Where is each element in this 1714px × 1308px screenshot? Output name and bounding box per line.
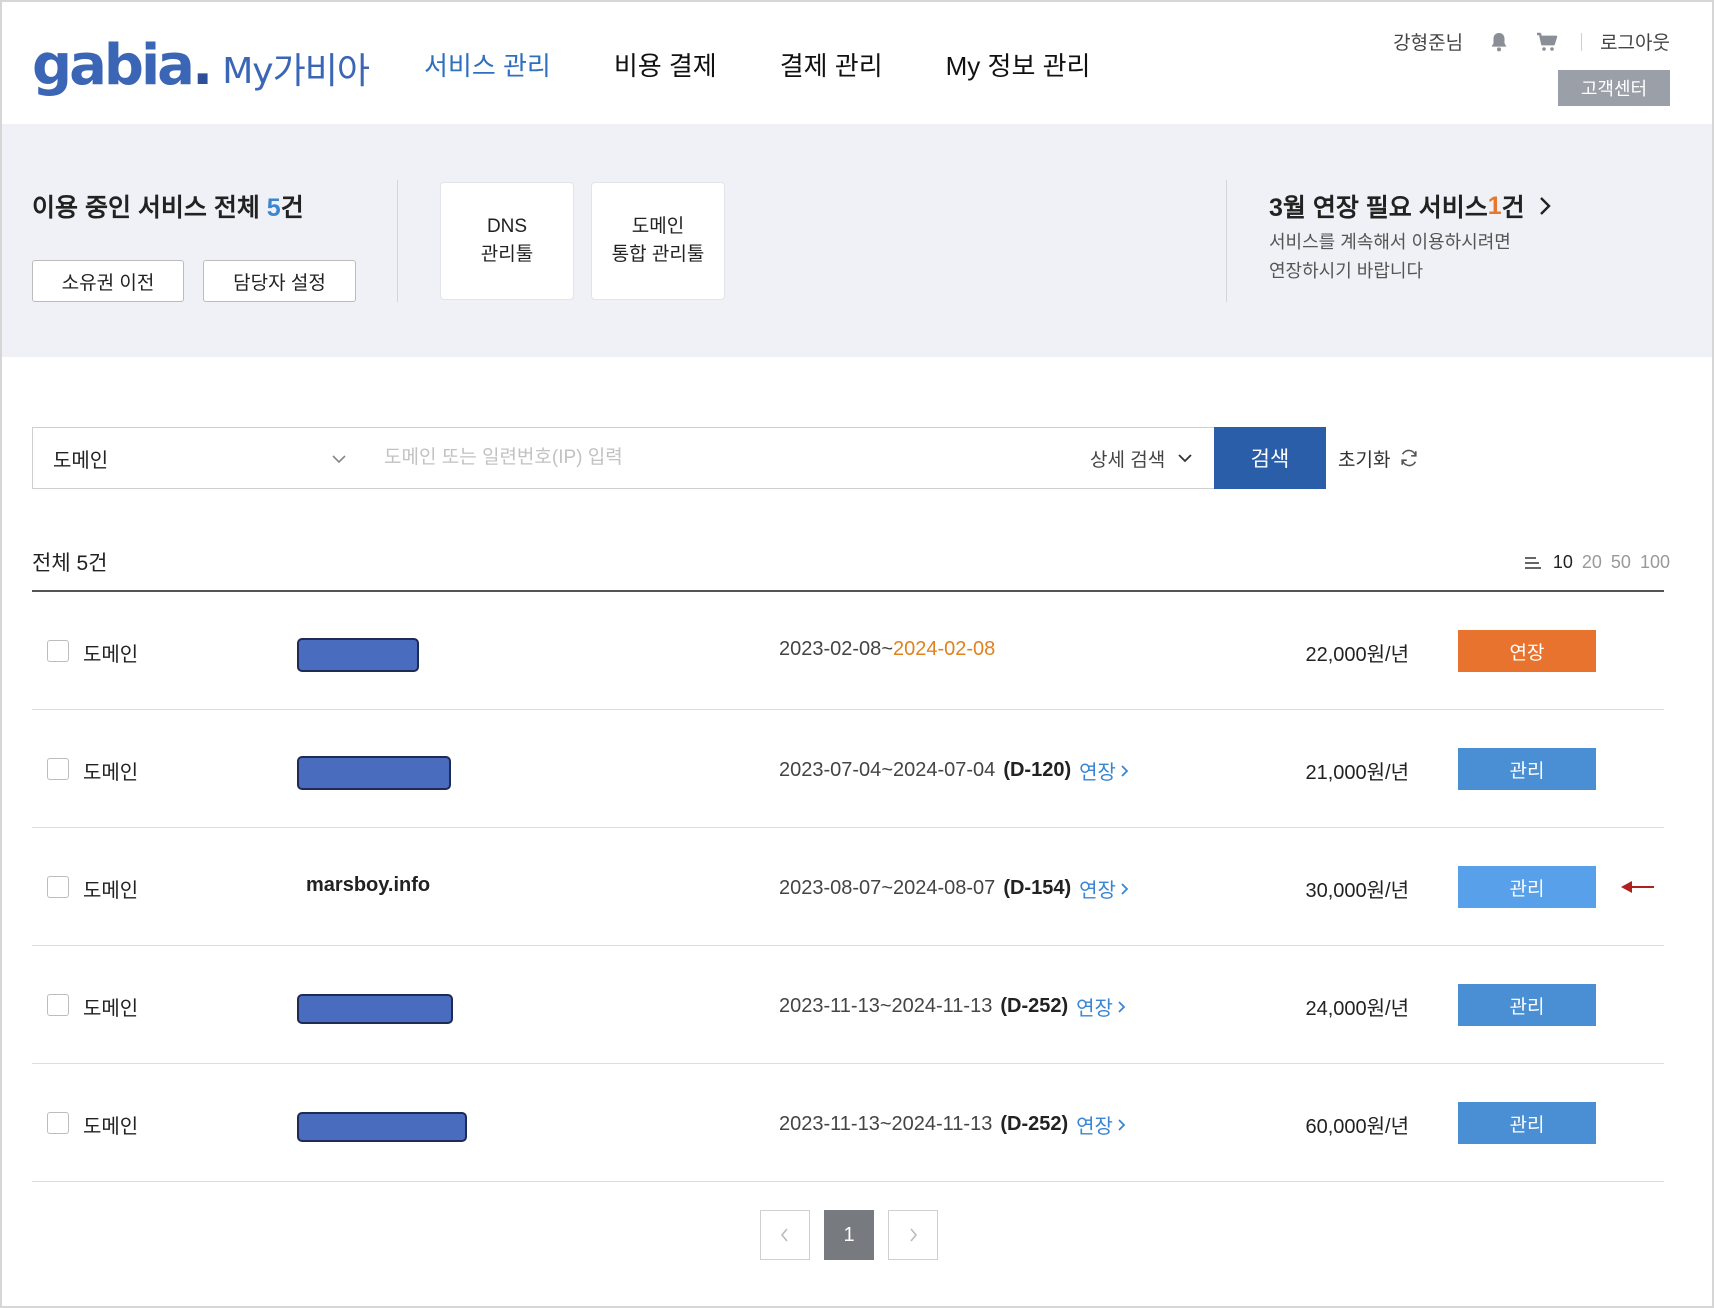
user-name[interactable]: 강형준님 [1393,28,1463,55]
chevron-right-icon [1118,1118,1126,1131]
chevron-right-icon [1539,197,1551,215]
service-type: 도메인 [83,644,139,666]
service-period: 2023-07-04 ~ 2024-07-04 (D-120) 연장 [779,756,1131,785]
chevron-right-icon [1121,882,1129,895]
service-count-title: 이용 중인 서비스 전체 5건 [32,194,304,222]
cart-icon[interactable] [1535,30,1559,54]
service-period: 2023-08-07 ~ 2024-08-07 (D-154) 연장 [779,874,1131,903]
chevron-down-icon [1178,454,1192,463]
renewal-description: 서비스를 계속해서 이용하시려면 연장하시기 바랍니다 [1269,232,1511,281]
row-checkbox[interactable] [47,640,69,662]
service-price: 60,000원/년 [1305,1116,1409,1138]
service-period: 2023-11-13 ~ 2024-11-13 (D-252) 연장 [779,1110,1128,1139]
table-row: 도메인 2023-02-08 ~ 2024-02-08 22,000원/년 연장 [32,592,1664,710]
nav-service-management[interactable]: 서비스 관리 [424,46,551,86]
manage-button[interactable]: 관리 [1458,748,1596,790]
summary-divider [397,180,398,302]
utility-bar: 강형준님 로그아웃 [1393,28,1670,55]
page-number[interactable]: 1 [824,1210,874,1260]
redacted-domain [297,638,419,672]
row-checkbox[interactable] [47,758,69,780]
renew-link[interactable]: 연장 [1076,1110,1128,1139]
advanced-search-toggle[interactable]: 상세 검색 [1090,427,1195,489]
domain-tool-card[interactable]: 도메인 통합 관리툴 [591,182,725,300]
domain-tool-line2: 통합 관리툴 [611,244,705,265]
nav-cost-payment[interactable]: 비용 결제 [614,46,717,86]
manage-button[interactable]: 관리 [1458,984,1596,1026]
service-summary: 이용 중인 서비스 전체 5건 소유권 이전 담당자 설정 DNS 관리툴 도메… [2,124,1712,357]
dns-tool-line1: DNS [486,216,528,237]
domain-name[interactable]: marsboy.info [306,874,430,897]
service-type: 도메인 [83,880,139,902]
list-icon [1524,556,1541,569]
refresh-icon [1401,449,1418,467]
table-row: 도메인 2023-07-04 ~ 2024-07-04 (D-120) 연장 2… [32,710,1664,828]
service-type: 도메인 [83,998,139,1020]
nav-my-info[interactable]: My 정보 관리 [946,46,1091,86]
row-checkbox[interactable] [47,994,69,1016]
logo-sub: My가비아 [222,51,370,92]
search-button[interactable]: 검색 [1214,427,1326,489]
page: gabia. My가비아 서비스 관리 비용 결제 결제 관리 My 정보 관리… [0,0,1714,1308]
table-row: 도메인 marsboy.info 2023-08-07 ~ 2024-08-07… [32,828,1664,946]
manager-setting-button[interactable]: 담당자 설정 [203,260,356,302]
renew-button[interactable]: 연장 [1458,630,1596,672]
service-price: 21,000원/년 [1305,762,1409,784]
redacted-domain [297,1112,467,1142]
prev-page-button[interactable] [760,1210,810,1260]
domain-tool-line1: 도메인 [631,216,685,237]
main-nav: 서비스 관리 비용 결제 결제 관리 My 정보 관리 [424,46,1153,86]
renew-link[interactable]: 연장 [1079,874,1131,903]
pagination: 1 [760,1210,952,1260]
next-page-button[interactable] [888,1210,938,1260]
header: gabia. My가비아 서비스 관리 비용 결제 결제 관리 My 정보 관리… [2,2,1712,124]
logo-mark: gabia. [32,33,213,98]
page-size-50[interactable]: 50 [1611,552,1631,573]
redacted-domain [297,756,451,790]
page-size-100[interactable]: 100 [1640,552,1670,573]
page-size-20[interactable]: 20 [1582,552,1602,573]
summary-divider [1226,180,1227,302]
redacted-domain [297,994,453,1024]
search-bar: 도메인 상세 검색 검색 초기화 [32,427,1418,489]
manage-button[interactable]: 관리 [1458,866,1596,908]
chevron-down-icon [332,455,346,464]
reset-button[interactable]: 초기화 [1338,427,1420,489]
chevron-right-icon [910,1228,918,1242]
service-type: 도메인 [83,1116,139,1138]
service-period: 2023-02-08 ~ 2024-02-08 [779,638,996,660]
service-period: 2023-11-13 ~ 2024-11-13 (D-252) 연장 [779,992,1128,1021]
ownership-transfer-button[interactable]: 소유권 이전 [32,260,184,302]
service-price: 22,000원/년 [1305,644,1409,666]
renewal-needed-title[interactable]: 3월 연장 필요 서비스 1건 [1269,188,1555,224]
customer-center-button[interactable]: 고객센터 [1558,70,1670,106]
renew-link[interactable]: 연장 [1079,756,1131,785]
service-price: 24,000원/년 [1305,998,1409,1020]
service-price: 30,000원/년 [1305,880,1409,902]
dns-tool-line2: 관리툴 [480,244,534,265]
chevron-right-icon [1118,1000,1126,1013]
service-type: 도메인 [83,762,139,784]
arrow-left-icon [1621,881,1654,893]
nav-payment-management[interactable]: 결제 관리 [780,46,883,86]
table-row: 도메인 2023-11-13 ~ 2024-11-13 (D-252) 연장 6… [32,1064,1664,1182]
total-count: 전체 5건 [32,552,108,575]
logout-link[interactable]: 로그아웃 [1600,28,1670,55]
logo[interactable]: gabia. My가비아 [32,33,370,98]
page-size-selector: 10 20 50 100 [1524,552,1670,573]
renew-link[interactable]: 연장 [1076,992,1128,1021]
chevron-left-icon [780,1228,788,1242]
util-divider [1581,32,1583,51]
row-checkbox[interactable] [47,1112,69,1134]
manage-button[interactable]: 관리 [1458,1102,1596,1144]
category-select[interactable]: 도메인 [32,427,365,489]
row-checkbox[interactable] [47,876,69,898]
dns-tool-card[interactable]: DNS 관리툴 [440,182,574,300]
table-row: 도메인 2023-11-13 ~ 2024-11-13 (D-252) 연장 2… [32,946,1664,1064]
page-size-10[interactable]: 10 [1553,552,1573,573]
search-input[interactable] [364,427,1215,489]
chevron-right-icon [1121,764,1129,777]
bell-icon[interactable] [1487,30,1511,54]
